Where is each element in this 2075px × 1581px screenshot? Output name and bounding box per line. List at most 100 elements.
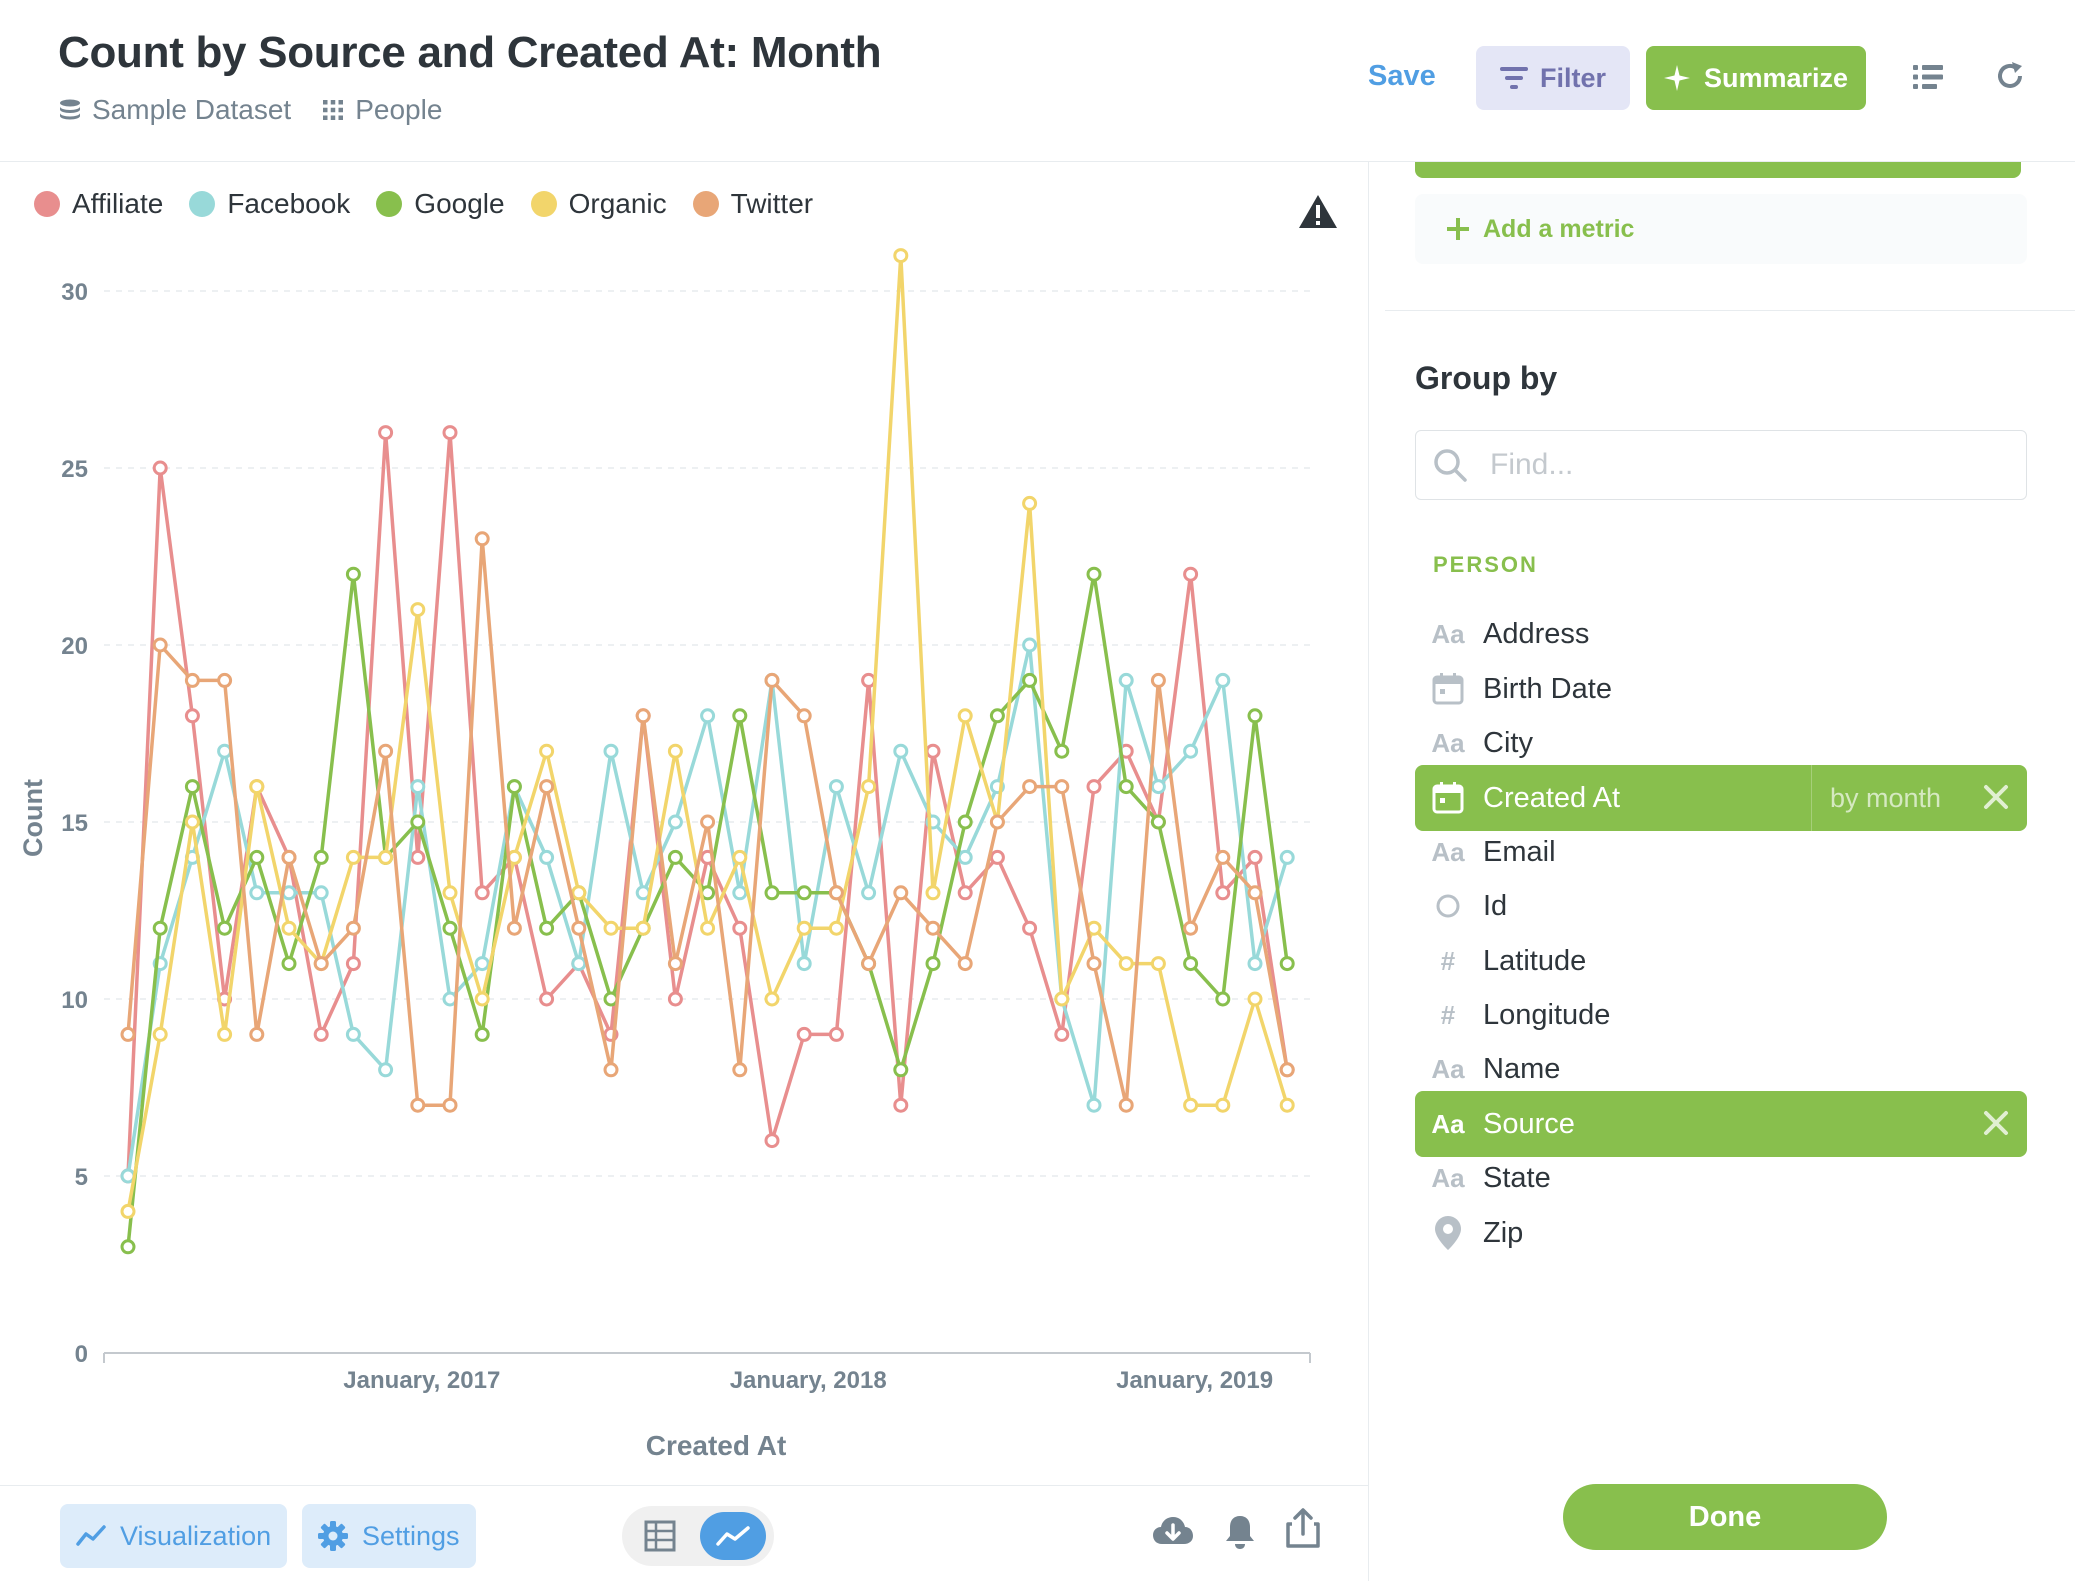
data-point xyxy=(957,849,973,865)
table-name: People xyxy=(355,94,443,125)
field-zip[interactable]: Zip xyxy=(1415,1200,2027,1266)
legend-item-google[interactable]: Google xyxy=(376,188,505,220)
data-point xyxy=(828,779,844,795)
remove-icon[interactable] xyxy=(1981,782,2011,812)
legend-item-affiliate[interactable]: Affiliate xyxy=(34,188,163,220)
data-point xyxy=(796,708,812,724)
chart-view-button[interactable] xyxy=(700,1512,766,1560)
database-icon xyxy=(60,99,80,120)
data-point xyxy=(378,425,394,441)
group-by-search xyxy=(1415,430,2027,500)
data-point xyxy=(925,956,941,972)
metric-count-pill[interactable] xyxy=(1415,162,2021,178)
text-icon: Aa xyxy=(1431,618,1465,649)
list-icon[interactable] xyxy=(1913,64,1943,90)
done-button[interactable]: Done xyxy=(1563,1484,1887,1550)
field-label: Created At xyxy=(1483,781,1621,814)
data-point xyxy=(700,708,716,724)
data-point xyxy=(1247,956,1263,972)
data-point xyxy=(1215,1097,1231,1113)
data-point xyxy=(506,779,522,795)
data-point xyxy=(1054,1026,1070,1042)
data-point xyxy=(410,779,426,795)
data-point xyxy=(1022,672,1038,688)
data-point xyxy=(1279,1062,1295,1078)
data-point xyxy=(635,708,651,724)
data-point xyxy=(474,885,490,901)
legend-item-facebook[interactable]: Facebook xyxy=(189,188,350,220)
data-point xyxy=(474,991,490,1007)
settings-button[interactable]: Settings xyxy=(302,1504,476,1568)
breadcrumb-table[interactable]: People xyxy=(321,94,442,126)
data-point xyxy=(1247,849,1263,865)
data-point xyxy=(1247,991,1263,1007)
data-point xyxy=(1086,1097,1102,1113)
view-toggle xyxy=(622,1506,774,1566)
share-icon[interactable] xyxy=(1286,1508,1320,1548)
field-label: Name xyxy=(1483,1052,1561,1085)
data-point xyxy=(571,885,587,901)
data-point xyxy=(796,885,812,901)
line-chart-icon xyxy=(716,1526,750,1546)
data-point xyxy=(893,885,909,901)
data-point xyxy=(1215,885,1231,901)
breadcrumb-dataset[interactable]: Sample Dataset xyxy=(58,94,291,126)
legend-label: Google xyxy=(414,188,505,219)
data-point xyxy=(1183,566,1199,582)
data-point xyxy=(893,248,909,264)
data-point xyxy=(1279,956,1295,972)
data-point xyxy=(700,920,716,936)
y-tick-label: 15 xyxy=(61,810,88,837)
x-tick-label: January, 2019 xyxy=(1116,1367,1273,1394)
calendar-icon xyxy=(1429,673,1467,705)
grid-icon xyxy=(323,100,344,120)
data-point xyxy=(732,708,748,724)
data-point xyxy=(925,885,941,901)
data-point xyxy=(442,425,458,441)
legend-item-organic[interactable]: Organic xyxy=(530,188,667,220)
download-icon[interactable] xyxy=(1152,1516,1194,1550)
field-label: Email xyxy=(1483,835,1556,868)
x-axis-title: Created At xyxy=(646,1430,787,1461)
save-button[interactable]: Save xyxy=(1368,60,1436,93)
data-point xyxy=(603,920,619,936)
data-point xyxy=(1183,956,1199,972)
data-point xyxy=(313,1026,329,1042)
chart-area: 0 5 10 15 20 25 30 January, 2017 January, 2018 Ja… xyxy=(0,162,1368,1485)
data-point xyxy=(1183,920,1199,936)
data-point xyxy=(184,814,200,830)
data-point xyxy=(1022,495,1038,511)
calendar-icon xyxy=(1429,782,1467,814)
data-point xyxy=(828,885,844,901)
text-icon: Aa xyxy=(1431,1162,1465,1193)
data-point xyxy=(1215,849,1231,865)
table-icon[interactable] xyxy=(644,1520,676,1552)
remove-icon[interactable] xyxy=(1981,1108,2011,1138)
line-chart-icon xyxy=(76,1525,106,1546)
refresh-icon[interactable] xyxy=(1994,60,2026,92)
legend-swatch xyxy=(530,191,557,217)
visualization-button[interactable]: Visualization xyxy=(60,1504,288,1568)
text-icon: Aa xyxy=(1431,1053,1465,1084)
line-chart: 0 5 10 15 20 25 30 January, 2017 January, 2018 Ja… xyxy=(18,248,1311,1461)
warning-icon[interactable] xyxy=(1298,194,1338,230)
data-point xyxy=(667,814,683,830)
bell-icon[interactable] xyxy=(1224,1514,1256,1550)
data-point xyxy=(1279,1097,1295,1113)
text-icon: Aa xyxy=(1431,1108,1465,1139)
legend-label: Affiliate xyxy=(72,188,164,219)
field-label: Address xyxy=(1483,617,1590,650)
summarize-button[interactable]: Summarize xyxy=(1646,46,1866,110)
data-point xyxy=(796,956,812,972)
data-point xyxy=(1183,1097,1199,1113)
data-point xyxy=(1118,779,1134,795)
data-point xyxy=(667,743,683,759)
data-point xyxy=(313,885,329,901)
filter-button[interactable]: Filter xyxy=(1476,46,1630,110)
data-point xyxy=(828,1026,844,1042)
data-point xyxy=(667,991,683,1007)
add-metric-button[interactable]: Add a metric xyxy=(1415,194,2027,264)
data-point xyxy=(1086,779,1102,795)
find-input[interactable] xyxy=(1490,448,2010,482)
legend-item-twitter[interactable]: Twitter xyxy=(692,188,813,220)
